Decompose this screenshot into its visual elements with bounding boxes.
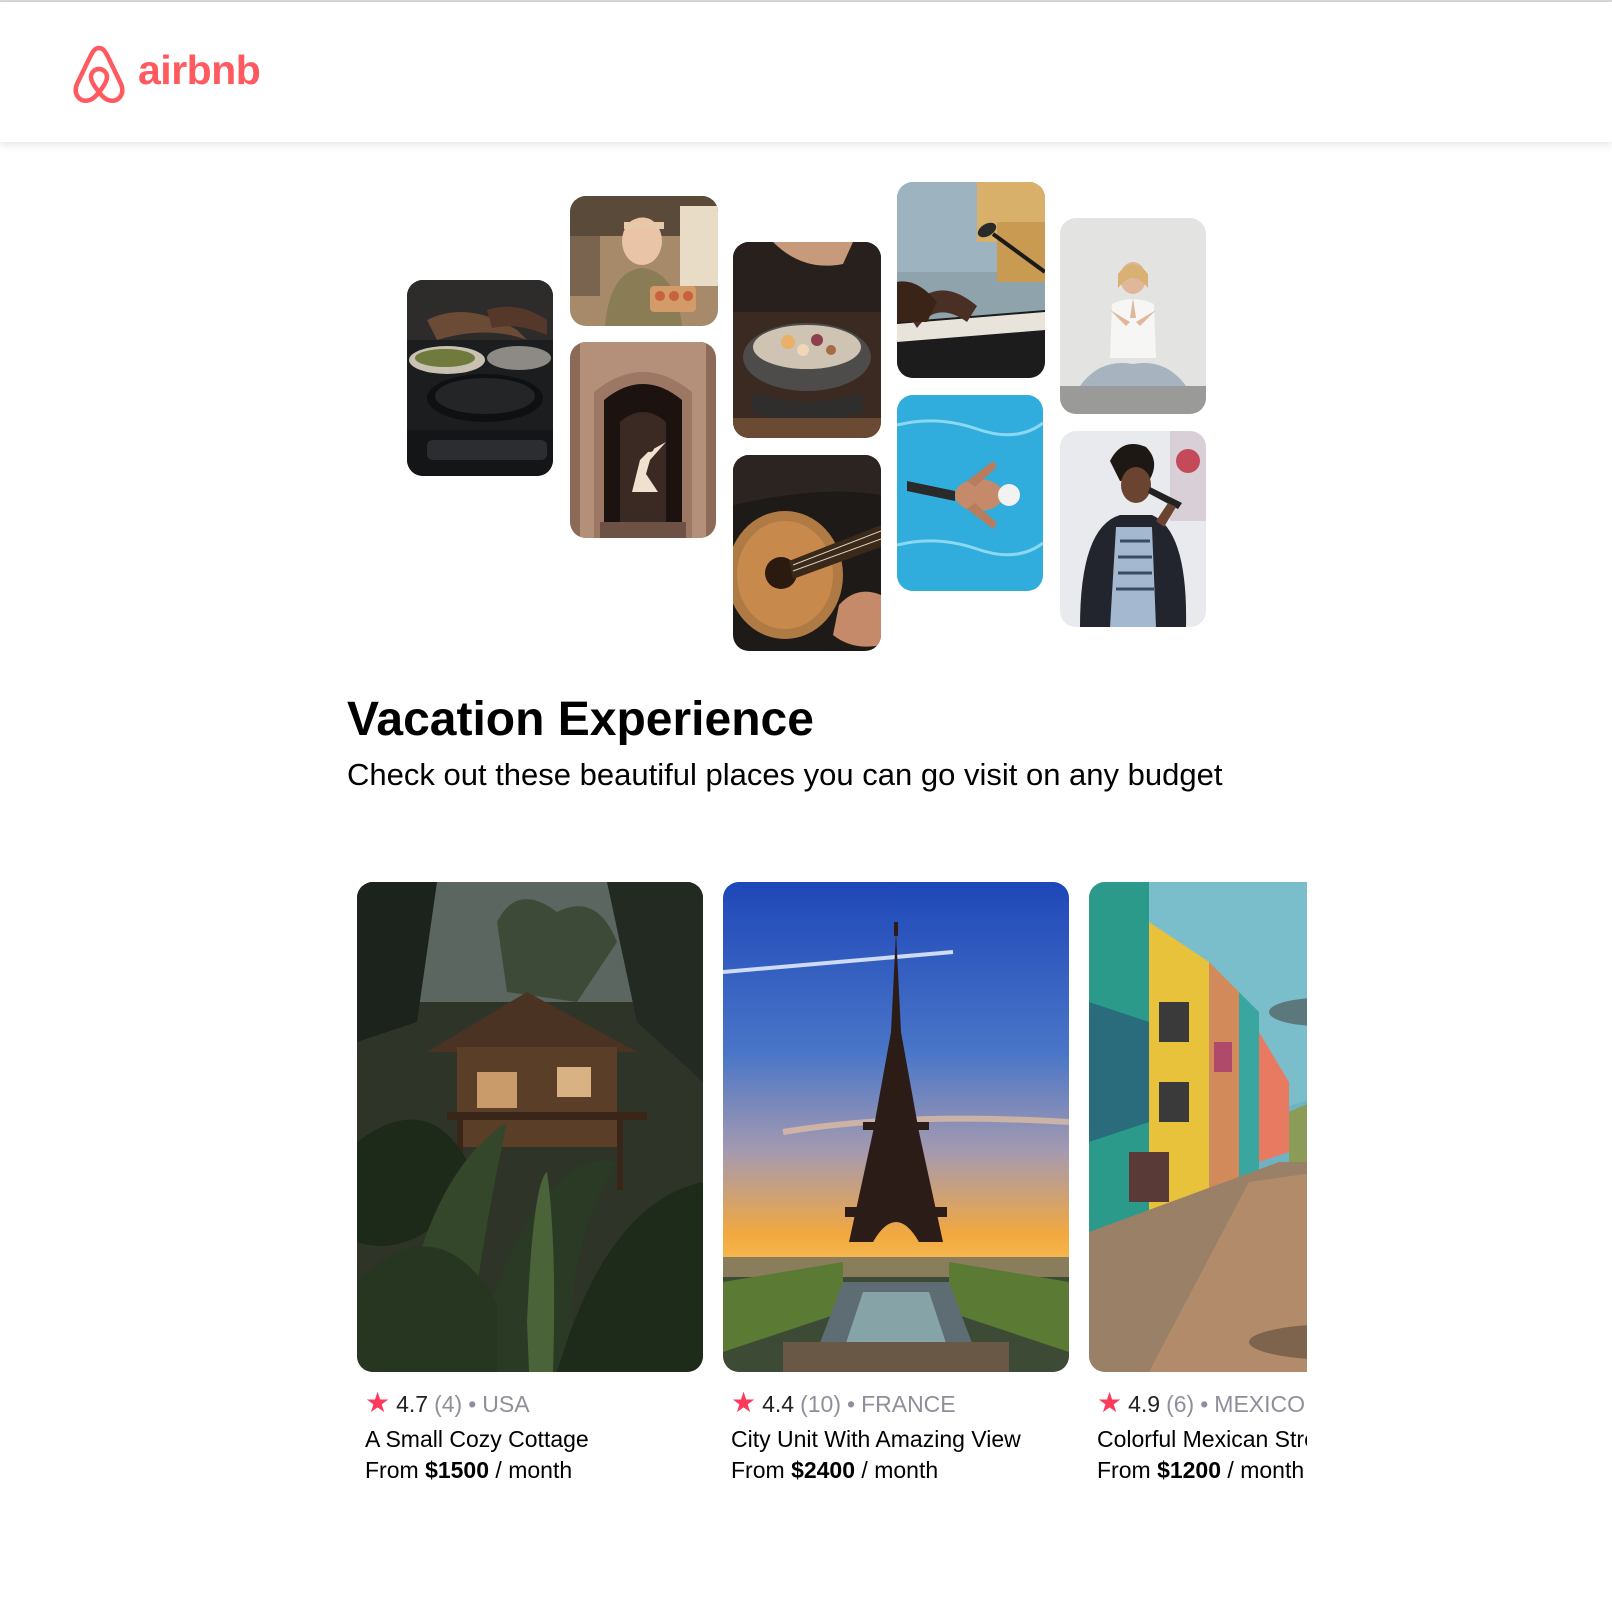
hero-photo-dancer-doorway bbox=[570, 342, 716, 538]
price-value: $1200 bbox=[1157, 1457, 1222, 1483]
star-icon: ★ bbox=[1097, 1387, 1123, 1418]
logo-wordmark: airbnb bbox=[138, 46, 261, 93]
hero-photo-guitar-player bbox=[733, 455, 881, 651]
price-suffix: / month bbox=[489, 1457, 573, 1483]
location: FRANCE bbox=[861, 1390, 956, 1417]
card-title[interactable]: A Small Cozy Cottage bbox=[365, 1426, 703, 1453]
price-prefix: From bbox=[365, 1457, 426, 1483]
price-suffix: / month bbox=[1221, 1457, 1305, 1483]
star-icon: ★ bbox=[365, 1387, 391, 1418]
star-icon: ★ bbox=[731, 1387, 757, 1418]
page-title: Vacation Experience bbox=[347, 693, 814, 746]
card-title[interactable]: City Unit With Amazing View bbox=[731, 1426, 1069, 1453]
airbnb-belo-icon bbox=[73, 45, 125, 103]
location: MEXICO bbox=[1214, 1390, 1306, 1417]
review-count: (10) bbox=[800, 1390, 841, 1417]
page-subtitle: Check out these beautiful places you can… bbox=[347, 757, 1223, 792]
card-stats: ★ 4.4 (10) • FRANCE bbox=[731, 1387, 1069, 1418]
hero-photo-cooking-hands bbox=[407, 280, 553, 476]
hero-photo-salt-bowl bbox=[733, 242, 881, 438]
hero-photo-piano-microphone bbox=[897, 182, 1045, 378]
card-title[interactable]: Colorful Mexican Street bbox=[1097, 1426, 1307, 1453]
separator: • bbox=[1200, 1390, 1209, 1417]
separator: • bbox=[468, 1390, 477, 1417]
price-suffix: / month bbox=[855, 1457, 939, 1483]
separator: • bbox=[847, 1390, 856, 1417]
location: USA bbox=[482, 1390, 530, 1417]
navbar: airbnb bbox=[0, 2, 1612, 142]
rating: 4.9 bbox=[1128, 1390, 1161, 1417]
card-stats: ★ 4.7 (4) • USA bbox=[365, 1387, 703, 1418]
card-stats: ★ 4.9 (6) • MEXICO bbox=[1097, 1387, 1307, 1418]
hero-photo-yoga-woman bbox=[1060, 218, 1206, 414]
listing-card[interactable]: ★ 4.4 (10) • FRANCE City Unit With Amazi… bbox=[723, 882, 1069, 1484]
listing-image-cottage[interactable] bbox=[357, 882, 703, 1372]
listing-image-eiffel[interactable] bbox=[723, 882, 1069, 1372]
rating: 4.7 bbox=[396, 1390, 429, 1417]
card-price: From $1200 / month bbox=[1097, 1457, 1307, 1484]
hero-photo-singer-microphone bbox=[1060, 431, 1206, 627]
price-value: $1500 bbox=[425, 1457, 490, 1483]
price-prefix: From bbox=[1097, 1457, 1158, 1483]
card-price: From $1500 / month bbox=[365, 1457, 703, 1484]
hero-photo-swimmer-pool bbox=[897, 395, 1043, 591]
rating: 4.4 bbox=[762, 1390, 795, 1417]
listing-card[interactable]: ★ 4.9 (6) • MEXICO Colorful Mexican Stre… bbox=[1089, 882, 1307, 1484]
review-count: (6) bbox=[1166, 1390, 1195, 1417]
price-value: $2400 bbox=[791, 1457, 856, 1483]
card-price: From $2400 / month bbox=[731, 1457, 1069, 1484]
airbnb-logo[interactable]: airbnb bbox=[70, 42, 261, 104]
review-count: (4) bbox=[434, 1390, 463, 1417]
listing-cards-row[interactable]: ★ 4.7 (4) • USA A Small Cozy Cottage Fro… bbox=[347, 882, 1307, 1502]
listing-card[interactable]: ★ 4.7 (4) • USA A Small Cozy Cottage Fro… bbox=[357, 882, 703, 1484]
hero-photo-woman-baker bbox=[570, 196, 718, 326]
listing-image-mexican-street[interactable] bbox=[1089, 882, 1307, 1372]
price-prefix: From bbox=[731, 1457, 792, 1483]
